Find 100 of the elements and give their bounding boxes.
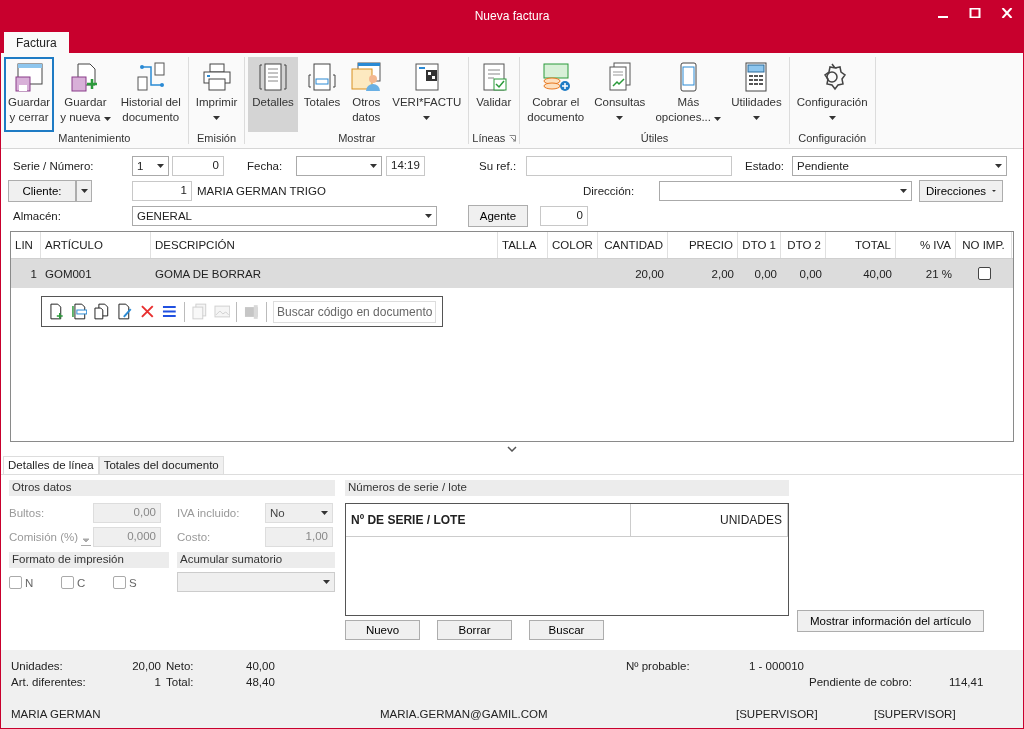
table-row[interactable]: 1 GOM001 GOMA DE BORRAR 20,00 2,00 0,00 0,00 40,00 21 % xyxy=(11,259,1013,288)
ribbon-button[interactable]: Consultas xyxy=(590,57,650,132)
column-header: TOTAL xyxy=(826,232,896,258)
checkbox[interactable] xyxy=(61,576,74,589)
dropdown-caret-icon xyxy=(828,115,836,120)
field-label: Serie / Número: xyxy=(12,160,95,172)
field-label: Almacén: xyxy=(12,210,62,222)
summary-label: Pendiente de cobro: xyxy=(809,676,913,688)
document-icon xyxy=(306,61,339,93)
number-field[interactable]: 0 xyxy=(172,156,224,176)
ribbon-button[interactable]: Más opciones... xyxy=(651,57,726,132)
new-document-icon[interactable] xyxy=(48,303,65,320)
chevron-down-icon[interactable] xyxy=(507,446,517,452)
ribbon-button[interactable]: Cobrar el documento xyxy=(523,57,589,132)
agent-field[interactable]: 0 xyxy=(540,206,588,226)
flowchart-icon xyxy=(134,61,167,93)
dropdown-caret-icon xyxy=(157,164,164,168)
checkbox-label: C xyxy=(77,576,86,589)
ribbon-button[interactable]: Totales xyxy=(299,57,345,132)
ribbon-button[interactable]: Guardar y nueva xyxy=(56,57,115,132)
cost-field: 1,00 xyxy=(265,527,333,547)
ribbon-button[interactable]: Utilidades xyxy=(727,57,786,132)
table-cell-text: 21 % xyxy=(924,266,953,282)
summary-value: 1 - 000010 xyxy=(749,660,805,672)
checkbox[interactable] xyxy=(113,576,126,589)
dropdown-caret-icon xyxy=(323,580,330,584)
column-header: DESCRIPCIÓN xyxy=(151,232,498,258)
dialog-launcher-icon[interactable] xyxy=(509,134,517,142)
ribbon-button[interactable]: Guardar y cerrar xyxy=(4,57,55,132)
column-header: TALLA xyxy=(498,232,548,258)
table-cell-text: 0,00 xyxy=(798,266,823,282)
edit-icon[interactable] xyxy=(116,303,133,320)
warehouse-select[interactable]: GENERAL xyxy=(132,206,437,226)
column-header: UNIDADES xyxy=(631,504,788,536)
ribbon-button[interactable]: Imprimir xyxy=(191,57,242,132)
person-card-icon xyxy=(350,61,383,93)
column-header: Nº DE SERIE / LOTE xyxy=(346,504,632,536)
copy-icon[interactable] xyxy=(93,303,110,320)
table-cell-text: 0,00 xyxy=(753,266,778,282)
panel-button[interactable]: Nuevo xyxy=(345,620,420,640)
section-header: Otros datos xyxy=(9,480,335,496)
column-header: % IVA xyxy=(896,232,956,258)
field-label: Su ref.: xyxy=(479,160,518,172)
panel-button[interactable]: Buscar xyxy=(529,620,604,640)
group-label: Líneas xyxy=(472,132,506,144)
window-title: Nueva factura xyxy=(474,9,550,23)
column-header: NO IMP. xyxy=(956,232,1012,258)
summary-value: 1 xyxy=(153,676,161,688)
table-cell-text: 2,00 xyxy=(710,266,735,282)
tab[interactable]: Detalles de línea xyxy=(3,456,99,474)
ribbon-button[interactable]: Validar xyxy=(472,57,516,132)
table-cell-text: GOMA DE BORRAR xyxy=(154,266,263,282)
dropdown-caret-icon xyxy=(995,164,1002,168)
column-header: DTO 1 xyxy=(738,232,781,258)
status-text: [SUPERVISOR] xyxy=(874,708,957,720)
checkbox[interactable] xyxy=(977,267,991,280)
reference-field[interactable] xyxy=(526,156,732,176)
document-icon xyxy=(257,61,290,93)
dropdown-caret-icon xyxy=(423,115,431,120)
commission-field: 0,000 xyxy=(93,527,161,547)
ribbon-button[interactable]: Historial del documento xyxy=(116,57,185,132)
dropdown-caret-icon xyxy=(81,538,91,546)
dropdown-caret-icon xyxy=(103,117,111,121)
client-menu-button[interactable] xyxy=(76,180,92,202)
summary-value: 48,40 xyxy=(246,676,276,688)
summary-value: 20,00 xyxy=(131,660,161,672)
checkbox[interactable] xyxy=(9,576,22,589)
field-label: Dirección: xyxy=(583,185,636,197)
addresses-button[interactable]: Direcciones xyxy=(919,180,1003,202)
summary-value: 114,41 xyxy=(949,676,985,688)
client-button[interactable]: Cliente: xyxy=(8,180,76,202)
ribbon-button[interactable]: Detalles xyxy=(248,57,298,132)
agent-button[interactable]: Agente xyxy=(468,205,528,227)
ribbon-tab[interactable]: Factura xyxy=(4,32,69,53)
status-select[interactable]: Pendiente xyxy=(792,156,1007,176)
section-header: Formato de impresión xyxy=(9,552,169,568)
field-label: Comisión (%) xyxy=(9,531,79,543)
dropdown-caret-icon xyxy=(714,117,722,121)
client-code-field[interactable]: 1 xyxy=(132,181,192,201)
insert-row-icon[interactable] xyxy=(70,303,88,320)
panel-button[interactable]: Borrar xyxy=(437,620,512,640)
table-cell-text: 1 xyxy=(29,266,38,282)
article-info-button[interactable]: Mostrar información del artículo xyxy=(797,610,984,632)
serie-select[interactable]: 1 xyxy=(132,156,169,176)
dropdown-caret-icon xyxy=(992,189,996,193)
tab[interactable]: Totales del documento xyxy=(98,456,224,474)
menu-icon[interactable] xyxy=(161,303,179,320)
field-label: Fecha: xyxy=(247,160,284,172)
ribbon-button[interactable]: Otros datos xyxy=(346,57,387,132)
ribbon-button[interactable]: Configuración xyxy=(792,57,872,132)
dropdown-caret-icon xyxy=(370,164,377,168)
search-field[interactable]: Buscar código en documento xyxy=(273,300,436,323)
field-label: IVA incluido: xyxy=(177,507,241,519)
group-label: Configuración xyxy=(798,132,867,144)
time-field[interactable]: 14:19 xyxy=(386,156,425,176)
ribbon-button[interactable]: VERI*FACTU xyxy=(388,57,466,132)
column-header: COLOR xyxy=(548,232,598,258)
summary-label: Art. diferentes: xyxy=(11,676,87,688)
table-cell-text: 40,00 xyxy=(862,266,893,282)
printer-icon xyxy=(200,61,233,93)
